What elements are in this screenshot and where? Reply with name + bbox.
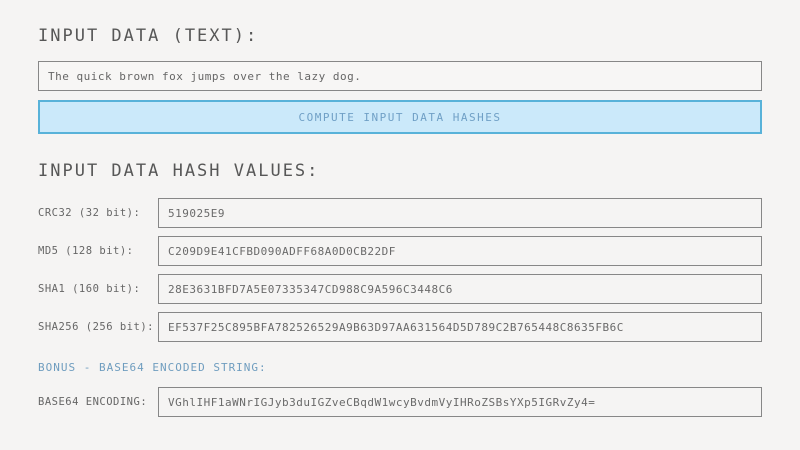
base64-value-field[interactable] bbox=[158, 387, 762, 417]
compute-hashes-button[interactable]: COMPUTE INPUT DATA HASHES bbox=[38, 100, 762, 134]
hash-row-sha1: SHA1 (160 bit): bbox=[38, 274, 762, 304]
bonus-base64-title: BONUS - BASE64 ENCODED STRING: bbox=[38, 361, 762, 374]
sha1-label: SHA1 (160 bit): bbox=[38, 283, 158, 295]
md5-label: MD5 (128 bit): bbox=[38, 245, 158, 257]
hash-rows: CRC32 (32 bit): MD5 (128 bit): SHA1 (160… bbox=[38, 198, 762, 342]
sha256-value-field[interactable] bbox=[158, 312, 762, 342]
sha256-label: SHA256 (256 bit): bbox=[38, 321, 158, 333]
base64-row: BASE64 ENCODING: bbox=[38, 387, 762, 417]
hash-row-crc32: CRC32 (32 bit): bbox=[38, 198, 762, 228]
hash-tool-page: INPUT DATA (TEXT): COMPUTE INPUT DATA HA… bbox=[0, 0, 800, 450]
crc32-label: CRC32 (32 bit): bbox=[38, 207, 158, 219]
hash-row-md5: MD5 (128 bit): bbox=[38, 236, 762, 266]
crc32-value-field[interactable] bbox=[158, 198, 762, 228]
input-data-text-field[interactable] bbox=[38, 61, 762, 91]
input-data-title: INPUT DATA (TEXT): bbox=[38, 26, 762, 46]
base64-label: BASE64 ENCODING: bbox=[38, 396, 158, 408]
md5-value-field[interactable] bbox=[158, 236, 762, 266]
hash-row-sha256: SHA256 (256 bit): bbox=[38, 312, 762, 342]
sha1-value-field[interactable] bbox=[158, 274, 762, 304]
hash-values-title: INPUT DATA HASH VALUES: bbox=[38, 161, 762, 181]
